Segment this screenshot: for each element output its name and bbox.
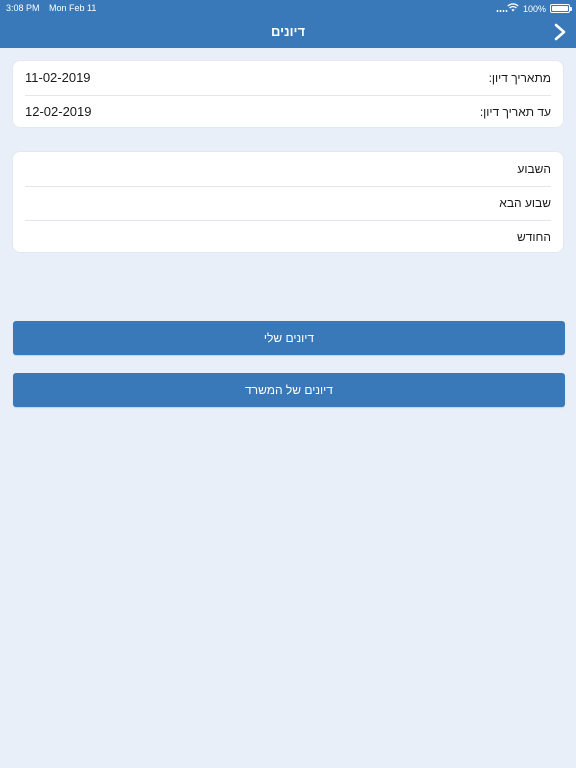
chevron-right-icon [554, 23, 566, 41]
from-date-value[interactable]: 11-02-2019 [25, 70, 91, 85]
period-item-this-month[interactable]: החודש [13, 220, 563, 254]
to-date-label: עד תאריך דיון: [479, 105, 551, 119]
nav-bar: דיונים [0, 16, 576, 48]
to-date-value[interactable]: 12-02-2019 [25, 104, 92, 119]
status-bar: 3:08 PM Mon Feb 11 100% [0, 0, 576, 16]
wifi-icon [507, 3, 519, 14]
from-date-row[interactable]: מתאריך דיון: 11-02-2019 [13, 61, 563, 95]
page-title: דיונים [270, 24, 306, 39]
date-range-card: מתאריך דיון: 11-02-2019 עד תאריך דיון: 1… [12, 60, 564, 128]
period-item-label: שבוע הבא [499, 196, 551, 210]
status-date: Mon Feb 11 [49, 3, 97, 13]
period-item-this-week[interactable]: השבוע [13, 152, 563, 186]
period-item-label: החודש [516, 230, 551, 244]
status-time: 3:08 PM [6, 3, 40, 13]
back-button[interactable] [550, 20, 570, 44]
period-item-label: השבוע [517, 162, 551, 176]
office-hearings-button[interactable]: דיונים של המשרד [13, 373, 565, 407]
battery-percent: 100% [522, 3, 546, 14]
to-date-row[interactable]: עד תאריך דיון: 12-02-2019 [13, 95, 563, 129]
my-hearings-button[interactable]: דיונים שלי [13, 321, 565, 355]
battery-icon [550, 4, 572, 13]
period-item-next-week[interactable]: שבוע הבא [13, 186, 563, 220]
period-list-card: השבוע שבוע הבא החודש [12, 151, 564, 253]
from-date-label: מתאריך דיון: [488, 71, 551, 85]
